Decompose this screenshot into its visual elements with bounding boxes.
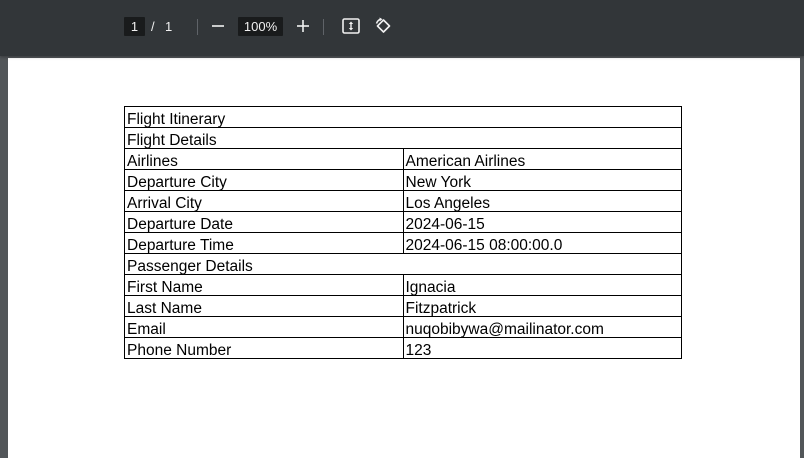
- field-value: Fitzpatrick: [402, 295, 682, 317]
- plus-icon: [297, 20, 309, 32]
- field-label: Airlines: [124, 148, 404, 170]
- table-row: Departure Date 2024-06-15: [124, 211, 682, 233]
- field-value: 123: [402, 337, 682, 359]
- table-row: First Name Ignacia: [124, 274, 682, 296]
- table-row: Airlines American Airlines: [124, 148, 682, 170]
- table-row: Arrival City Los Angeles: [124, 190, 682, 212]
- flight-details-heading: Flight Details: [124, 127, 682, 149]
- zoom-level-input[interactable]: 100%: [238, 17, 283, 36]
- table-row: Departure City New York: [124, 169, 682, 191]
- field-label: Arrival City: [124, 190, 404, 212]
- field-value: Los Angeles: [402, 190, 682, 212]
- page-separator: /: [151, 19, 155, 34]
- zoom-in-button[interactable]: [290, 13, 316, 39]
- table-row: Phone Number 123: [124, 337, 682, 359]
- field-value: American Airlines: [402, 148, 682, 170]
- field-label: Last Name: [124, 295, 404, 317]
- fit-to-page-button[interactable]: [338, 13, 364, 39]
- table-row: Passenger Details: [124, 253, 682, 275]
- table-row: Flight Itinerary: [124, 106, 682, 128]
- field-value: New York: [402, 169, 682, 191]
- passenger-details-heading: Passenger Details: [124, 253, 682, 275]
- itinerary-title: Flight Itinerary: [124, 106, 682, 128]
- fit-to-page-icon: [342, 18, 360, 34]
- toolbar-divider: [197, 19, 198, 35]
- minus-icon: [212, 25, 224, 27]
- rotate-button[interactable]: [370, 13, 396, 39]
- field-label: Departure Date: [124, 211, 404, 233]
- table-row: Email nuqobibywa@mailinator.com: [124, 316, 682, 338]
- page-number-input[interactable]: 1: [124, 17, 145, 36]
- toolbar-divider: [323, 19, 324, 35]
- field-label: Departure City: [124, 169, 404, 191]
- itinerary-table: Flight Itinerary Flight Details Airlines…: [124, 106, 682, 359]
- table-row: Last Name Fitzpatrick: [124, 295, 682, 317]
- field-label: Phone Number: [124, 337, 404, 359]
- field-value: Ignacia: [402, 274, 682, 296]
- field-label: First Name: [124, 274, 404, 296]
- field-value: nuqobibywa@mailinator.com: [402, 316, 682, 338]
- page-total: 1: [165, 19, 173, 34]
- field-label: Departure Time: [124, 232, 404, 254]
- rotate-icon: [375, 17, 391, 33]
- field-value: 2024-06-15 08:00:00.0: [402, 232, 682, 254]
- pdf-page: Flight Itinerary Flight Details Airlines…: [8, 58, 800, 458]
- field-value: 2024-06-15: [402, 211, 682, 233]
- pdf-toolbar: 1 / 1 100%: [0, 0, 804, 56]
- zoom-out-button[interactable]: [205, 13, 231, 39]
- field-label: Email: [124, 316, 404, 338]
- table-row: Flight Details: [124, 127, 682, 149]
- table-row: Departure Time 2024-06-15 08:00:00.0: [124, 232, 682, 254]
